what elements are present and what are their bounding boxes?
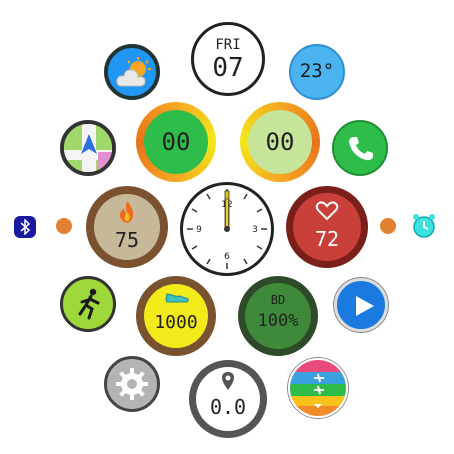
battery-label: 100% — [257, 311, 299, 331]
analog-clock: 12 3 6 9 — [180, 182, 274, 276]
maps-app-button[interactable] — [60, 120, 116, 176]
numeral-9: 9 — [196, 225, 202, 235]
play-icon — [354, 294, 376, 318]
location-pin-icon — [220, 371, 236, 391]
temperature-complication[interactable]: 23° — [289, 44, 345, 100]
day-label: 07 — [212, 53, 244, 83]
timer-left-dial[interactable]: 00 — [136, 102, 216, 182]
gear-icon — [115, 367, 149, 401]
settings-button[interactable] — [104, 356, 160, 412]
airplane-app-icon — [290, 360, 346, 416]
running-person-icon — [74, 288, 104, 320]
flame-icon — [116, 200, 138, 224]
clock-face: 12 3 6 9 — [187, 189, 267, 269]
calories-label: 75 — [114, 228, 140, 252]
calories-dial[interactable]: 75 — [86, 186, 168, 268]
temperature-label: 23° — [299, 60, 335, 82]
shoe-icon — [164, 290, 190, 304]
bluetooth-indicator — [14, 216, 36, 238]
play-button[interactable] — [334, 278, 388, 332]
maps-icon — [64, 124, 112, 172]
status-dot-right — [380, 218, 396, 234]
timer-right-dial[interactable]: 00 — [240, 102, 320, 182]
workout-app-button[interactable] — [60, 276, 116, 332]
cloud-sun-icon — [114, 56, 154, 92]
steps-dial[interactable]: 1000 — [136, 276, 216, 356]
heart-rate-label: 72 — [314, 227, 340, 251]
numeral-6: 6 — [224, 252, 230, 262]
date-complication[interactable]: FRI 07 — [191, 22, 265, 96]
distance-dial[interactable]: 0.0 — [189, 360, 267, 438]
battery-dial[interactable]: BD 100% — [238, 276, 318, 356]
flights-app-button[interactable] — [288, 358, 348, 418]
timer-left-label: 00 — [161, 128, 191, 156]
numeral-3: 3 — [252, 225, 258, 235]
status-dot-left — [56, 218, 72, 234]
timer-right-label: 00 — [265, 128, 295, 156]
distance-label: 0.0 — [209, 395, 247, 419]
alarm-indicator[interactable] — [410, 212, 438, 240]
battery-title: BD — [270, 293, 286, 307]
heart-rate-dial[interactable]: 72 — [286, 186, 368, 268]
alarm-clock-icon — [410, 212, 438, 240]
hour-hand — [225, 198, 229, 230]
phone-app-button[interactable] — [332, 120, 388, 176]
steps-label: 1000 — [154, 312, 198, 333]
weather-complication[interactable] — [104, 44, 160, 100]
phone-icon — [346, 134, 376, 164]
weekday-label: FRI — [215, 37, 241, 53]
bluetooth-icon — [19, 219, 31, 235]
heart-icon — [315, 201, 339, 221]
